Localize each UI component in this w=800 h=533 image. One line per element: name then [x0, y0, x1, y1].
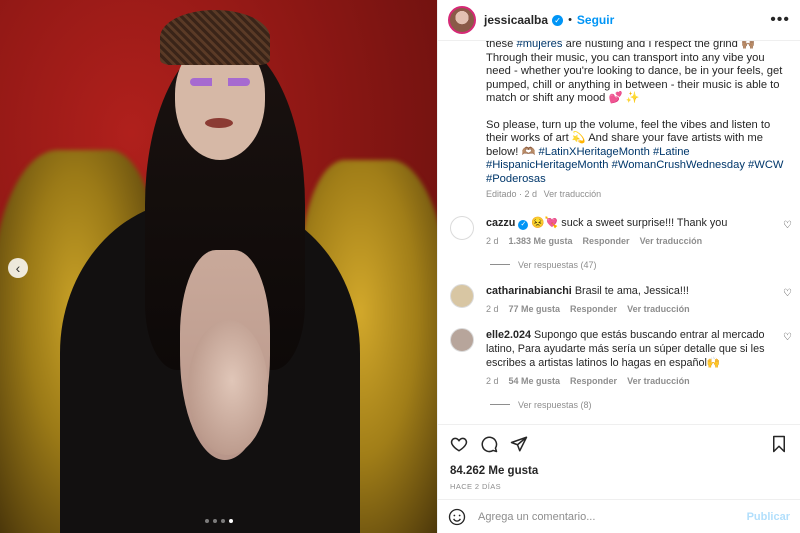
author-avatar[interactable] — [448, 6, 476, 34]
carousel-prev-button[interactable]: ‹ — [8, 258, 28, 278]
replies-line — [490, 264, 510, 265]
photo-lips — [205, 118, 233, 128]
emoji-icon[interactable] — [448, 508, 466, 526]
view-replies-button[interactable]: Ver respuestas (47) — [490, 260, 786, 270]
view-replies-label: Ver respuestas (47) — [518, 259, 597, 270]
comment-list: cazzu ✓ 😣💘 suck a sweet surprise!!! Than… — [450, 215, 792, 410]
comment-username[interactable]: catharinabianchi — [486, 285, 572, 297]
comment-body: elle2.024 Supongo que estás buscando ent… — [486, 328, 786, 370]
comment-avatar[interactable] — [450, 283, 474, 308]
post-photo: ‹ — [0, 0, 437, 533]
comment-item: elle2.024 Supongo que estás buscando ent… — [450, 327, 792, 410]
share-icon[interactable] — [510, 435, 528, 453]
comment-age: 2 d — [486, 303, 499, 314]
verified-badge-icon: ✓ — [518, 219, 529, 230]
publish-button[interactable]: Publicar — [747, 511, 790, 523]
caption-text: these — [486, 41, 517, 50]
follow-button[interactable]: Seguir — [577, 13, 614, 27]
photo-eyes — [190, 78, 250, 86]
view-replies-button[interactable]: Ver respuestas (8) — [490, 400, 786, 410]
comment-avatar[interactable] — [450, 327, 474, 352]
caption-paragraph-1: these #mujeres are hustling and I respec… — [486, 41, 786, 106]
comment-age: 2 d — [486, 235, 499, 246]
hashtag-link[interactable]: #WomanCrushWednesday — [612, 159, 745, 171]
header-separator: • — [568, 14, 572, 26]
more-options-icon[interactable]: ••• — [770, 11, 790, 29]
carousel-dot — [205, 519, 209, 523]
post-caption: these #mujeres are hustling and I respec… — [486, 41, 786, 202]
comment-body: cazzu ✓ 😣💘 suck a sweet surprise!!! Than… — [486, 216, 786, 230]
action-row — [438, 425, 800, 453]
comment-username[interactable]: cazzu — [486, 217, 515, 229]
caption-meta: Editado · 2 d Ver traducción — [486, 188, 786, 202]
caption-translate-link[interactable]: Ver traducción — [544, 189, 602, 199]
comment-username[interactable]: elle2.024 — [486, 329, 531, 341]
comments-scroll[interactable]: these #mujeres are hustling and I respec… — [438, 41, 800, 424]
hashtag-link[interactable]: #Latine — [653, 146, 690, 158]
photo-cap — [160, 10, 270, 65]
translate-link[interactable]: Ver traducción — [627, 376, 690, 386]
comment-item: cazzu ✓ 😣💘 suck a sweet surprise!!! Than… — [450, 215, 792, 270]
comment-like-icon[interactable]: ♡ — [783, 220, 792, 231]
post-age: HACE 2 DÍAS — [450, 482, 502, 491]
comment-meta: 2 d 77 Me gusta Responder Ver traducción — [486, 304, 786, 314]
caption-text: are hustling and I respect the grind 🙌🏽 … — [486, 41, 783, 104]
view-replies-label: Ver respuestas (8) — [518, 399, 592, 410]
comment-composer: Publicar — [438, 499, 800, 533]
verified-badge-icon: ✓ — [552, 14, 564, 26]
carousel-dot — [213, 519, 217, 523]
comment-avatar[interactable] — [450, 215, 474, 240]
chevron-left-icon: ‹ — [15, 260, 21, 276]
photo-belly — [188, 320, 268, 455]
reply-button[interactable]: Responder — [570, 304, 617, 314]
comment-likes[interactable]: 77 Me gusta — [509, 304, 561, 314]
caption-paragraph-2: So please, turn up the volume, feel the … — [486, 119, 786, 187]
carousel-dot — [221, 519, 225, 523]
comment-meta: 2 d 1.383 Me gusta Responder Ver traducc… — [486, 236, 786, 246]
hashtag-link[interactable]: #LatinXHeritageMonth — [539, 146, 650, 158]
comment-input[interactable] — [478, 510, 747, 523]
comment-age: 2 d — [486, 375, 499, 386]
reply-button[interactable]: Responder — [570, 376, 617, 386]
comment-likes[interactable]: 54 Me gusta — [509, 376, 561, 386]
bookmark-icon[interactable] — [770, 435, 788, 453]
hashtag-link[interactable]: #WCW — [748, 159, 783, 171]
hashtag-link[interactable]: #Poderosas — [486, 173, 546, 185]
comment-like-icon[interactable]: ♡ — [783, 332, 792, 343]
like-count[interactable]: 84.262 Me gusta — [438, 453, 800, 477]
carousel-dot — [229, 519, 233, 523]
action-panel: 84.262 Me gusta HACE 2 DÍAS Publicar — [438, 424, 800, 533]
author-username[interactable]: jessicaalba — [484, 13, 548, 27]
translate-link[interactable]: Ver traducción — [627, 304, 690, 314]
caption-edited: Editado · 2 d — [486, 189, 538, 199]
heart-icon[interactable] — [450, 435, 468, 453]
comment-icon[interactable] — [480, 435, 498, 453]
comment-item: catharinabianchi Brasil te ama, Jessica!… — [450, 283, 792, 314]
translate-link[interactable]: Ver traducción — [640, 236, 703, 246]
comment-likes[interactable]: 1.383 Me gusta — [509, 236, 573, 246]
replies-line — [490, 404, 510, 405]
hashtag-link[interactable]: #mujeres — [516, 41, 562, 50]
comment-like-icon[interactable]: ♡ — [783, 288, 792, 299]
carousel-dots — [205, 519, 233, 523]
comment-body: catharinabianchi Brasil te ama, Jessica!… — [486, 284, 786, 298]
comment-text: 😣💘 suck a sweet surprise!!! Thank you — [531, 216, 728, 229]
post-sidebar: jessicaalba ✓ • Seguir ••• these #mujere… — [437, 0, 800, 533]
comment-text: Brasil te ama, Jessica!!! — [574, 284, 689, 297]
reply-button[interactable]: Responder — [583, 236, 630, 246]
comment-meta: 2 d 54 Me gusta Responder Ver traducción — [486, 376, 786, 386]
post-header: jessicaalba ✓ • Seguir ••• — [438, 0, 800, 41]
hashtag-link[interactable]: #HispanicHeritageMonth — [486, 159, 609, 171]
